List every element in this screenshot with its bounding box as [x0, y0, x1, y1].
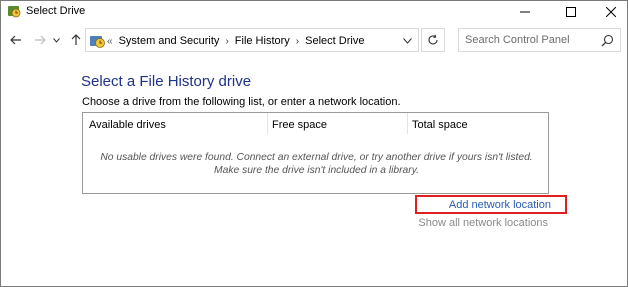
back-arrow-icon: [10, 35, 21, 45]
recent-locations-button[interactable]: [51, 31, 61, 49]
chevron-down-icon: [52, 37, 60, 43]
add-network-location-label[interactable]: Add network location: [449, 199, 551, 211]
search-input[interactable]: Search Control Panel: [465, 34, 570, 46]
search-box[interactable]: Search Control Panel: [458, 28, 621, 52]
maximize-icon: [566, 7, 576, 17]
column-header-total-space[interactable]: Total space: [412, 119, 468, 131]
instructions-text: Choose a drive from the following list, …: [82, 96, 401, 108]
refresh-icon: [428, 34, 438, 45]
forward-button[interactable]: [31, 31, 49, 49]
breadcrumb-file-history[interactable]: File History: [235, 35, 290, 47]
available-drives-list[interactable]: Available drives Free space Total space …: [82, 112, 549, 194]
page-title: Select a File History drive: [81, 73, 252, 90]
control-panel-icon: [89, 33, 105, 49]
add-network-location-link[interactable]: Add network location: [415, 195, 567, 214]
up-button[interactable]: [67, 31, 85, 49]
column-header-available-drives[interactable]: Available drives: [89, 119, 166, 131]
breadcrumb-system-and-security[interactable]: System and Security: [119, 35, 220, 47]
file-history-icon: [7, 4, 21, 18]
forward-arrow-icon: [35, 35, 46, 45]
title-bar[interactable]: Select Drive: [1, 1, 627, 23]
column-divider: [267, 113, 268, 134]
column-divider: [407, 113, 408, 134]
breadcrumb-separator[interactable]: ›: [296, 36, 299, 47]
breadcrumb-overflow[interactable]: «: [107, 36, 113, 47]
close-button[interactable]: [591, 1, 628, 23]
breadcrumb: « System and Security › File History › S…: [107, 33, 364, 49]
column-header-free-space[interactable]: Free space: [272, 119, 327, 131]
breadcrumb-separator[interactable]: ›: [225, 36, 228, 47]
navigation-bar: « System and Security › File History › S…: [1, 25, 627, 55]
refresh-button[interactable]: [421, 28, 445, 52]
show-all-network-locations-link[interactable]: Show all network locations: [418, 217, 548, 229]
address-dropdown-button[interactable]: [400, 35, 414, 47]
maximize-button[interactable]: [551, 1, 591, 23]
back-button[interactable]: [7, 31, 25, 49]
window-title: Select Drive: [26, 5, 86, 17]
minimize-button[interactable]: [505, 1, 545, 23]
select-drive-window: Select Drive « System and Security › Fil…: [0, 0, 628, 287]
close-icon: [606, 7, 616, 17]
breadcrumb-select-drive[interactable]: Select Drive: [305, 35, 364, 47]
minimize-icon: [520, 11, 530, 13]
chevron-down-icon: [402, 38, 412, 44]
empty-list-message: No usable drives were found. Connect an …: [100, 152, 533, 176]
search-icon[interactable]: [601, 34, 614, 47]
address-bar[interactable]: « System and Security › File History › S…: [85, 28, 419, 52]
up-arrow-icon: [71, 34, 81, 45]
